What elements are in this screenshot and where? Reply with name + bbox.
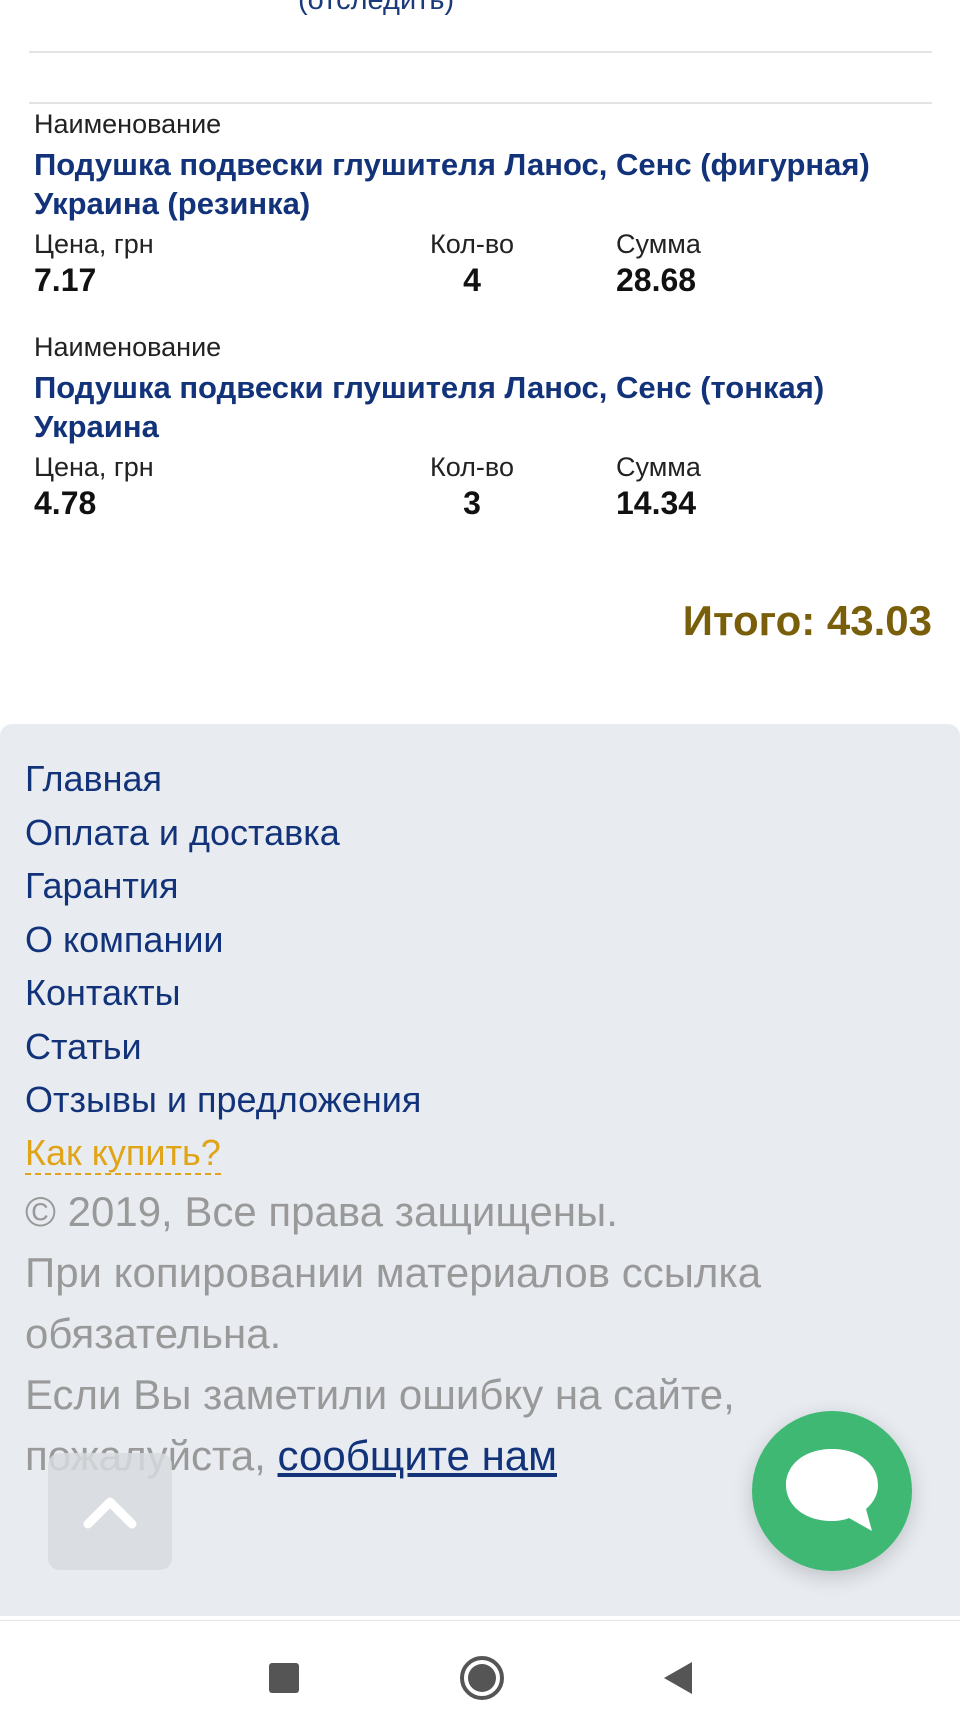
report-error-link[interactable]: сообщите нам <box>278 1432 557 1479</box>
footer-nav: Главная Оплата и доставка Гарантия О ком… <box>25 752 421 1175</box>
product-name-link[interactable]: Подушка подвески глушителя Ланос, Сенс (… <box>34 145 914 223</box>
qty-label: Кол-во <box>430 452 514 482</box>
price-label: Цена, грн <box>34 452 154 482</box>
chat-bubble-icon <box>786 1449 878 1531</box>
qty-value: 3 <box>463 485 481 521</box>
chevron-up-icon <box>83 1497 137 1528</box>
price-label: Цена, грн <box>34 229 154 259</box>
order-item: Наименование Подушка подвески глушителя … <box>34 334 914 524</box>
copyright-text: © 2019, Все права защищены. <box>25 1188 618 1235</box>
name-label: Наименование <box>34 109 222 139</box>
chat-button[interactable] <box>752 1411 912 1571</box>
nav-link-payment-delivery[interactable]: Оплата и доставка <box>25 806 421 860</box>
sum-value: 28.68 <box>616 262 697 298</box>
nav-link-home[interactable]: Главная <box>25 752 421 806</box>
nav-link-reviews[interactable]: Отзывы и предложения <box>25 1073 421 1127</box>
nav-link-about[interactable]: О компании <box>25 913 421 967</box>
product-name-link[interactable]: Подушка подвески глушителя Ланос, Сенс (… <box>34 368 914 446</box>
sum-value: 14.34 <box>616 485 697 521</box>
nav-link-warranty[interactable]: Гарантия <box>25 859 421 913</box>
nav-link-articles[interactable]: Статьи <box>25 1020 421 1074</box>
qty-label: Кол-во <box>430 229 514 259</box>
scroll-to-top-button[interactable] <box>48 1453 172 1570</box>
divider <box>29 102 932 104</box>
price-value: 7.17 <box>34 262 97 298</box>
divider <box>29 51 932 53</box>
how-to-buy-link[interactable]: Как купить? <box>25 1132 221 1175</box>
track-order-link[interactable]: (отследить) <box>298 0 454 15</box>
triangle-left-icon[interactable] <box>662 1655 694 1701</box>
sum-label: Сумма <box>616 452 701 482</box>
name-label: Наименование <box>34 332 222 362</box>
circle-icon[interactable] <box>459 1655 505 1701</box>
qty-value: 4 <box>463 262 481 298</box>
order-item: Наименование Подушка подвески глушителя … <box>34 111 914 301</box>
sum-label: Сумма <box>616 229 701 259</box>
copy-notice-text: При копировании материалов ссылка обязат… <box>25 1249 762 1357</box>
price-value: 4.78 <box>34 485 97 521</box>
system-nav-bar <box>0 1620 960 1735</box>
nav-link-contacts[interactable]: Контакты <box>25 966 421 1020</box>
square-icon[interactable] <box>268 1655 300 1701</box>
order-total: Итого: 43.03 <box>682 597 932 644</box>
